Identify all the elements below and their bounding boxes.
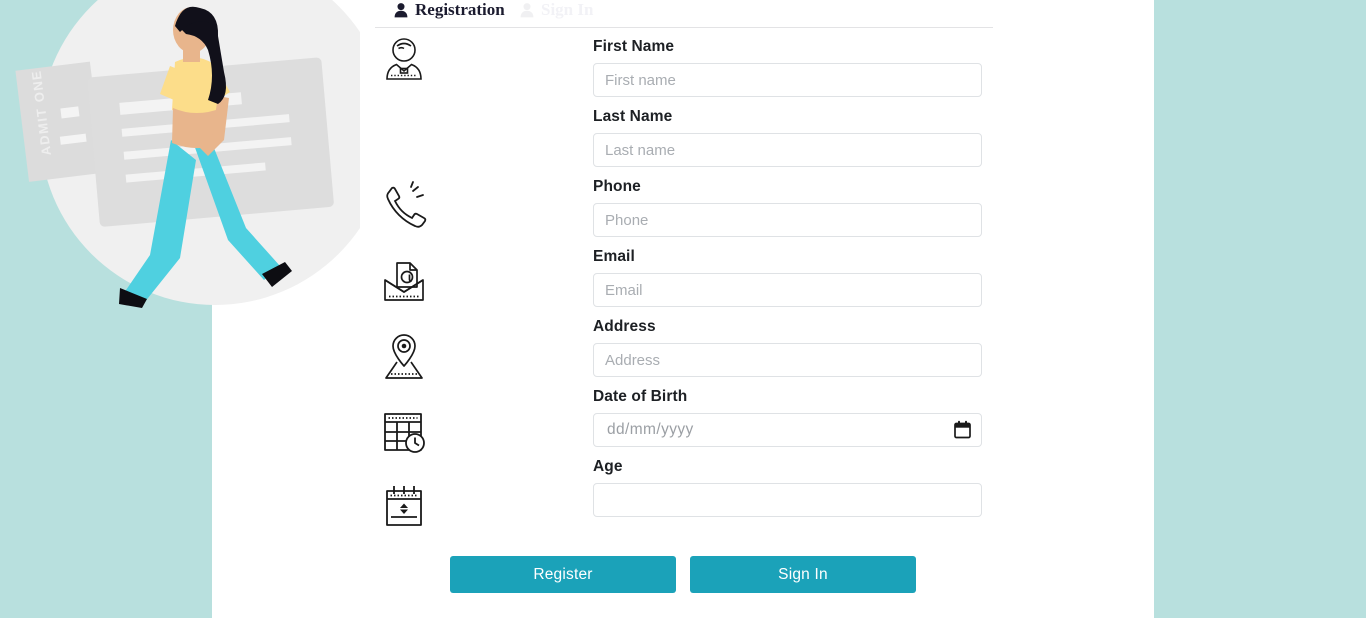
address-input[interactable] <box>593 343 982 377</box>
form-actions: Register Sign In <box>450 556 916 594</box>
first-name-input[interactable] <box>593 63 982 97</box>
field-email: Email <box>593 248 982 307</box>
field-phone: Phone <box>593 178 982 237</box>
svg-text:ADMIT ONE: ADMIT ONE <box>29 69 54 157</box>
last-name-label: Last Name <box>593 108 673 125</box>
email-input[interactable] <box>593 273 982 307</box>
tab-registration-label: Registration <box>415 0 505 19</box>
field-icon-rail <box>375 30 435 560</box>
tab-registration[interactable]: Registration <box>394 0 505 20</box>
tab-signin-label: Sign In <box>541 0 594 19</box>
person-icon <box>394 2 408 18</box>
registration-page: ADMIT ONE Registration Sign In First Nam… <box>0 0 1366 618</box>
calendar-picker-icon[interactable] <box>954 420 971 439</box>
phone-label: Phone <box>593 178 641 195</box>
tab-signin[interactable]: Sign In <box>520 0 593 20</box>
date-of-birth-input[interactable] <box>593 413 982 447</box>
calendar-clock-icon <box>375 404 433 460</box>
form-header: Registration Sign In <box>375 0 993 27</box>
field-address: Address <box>593 318 982 377</box>
field-last-name: Last Name <box>593 108 982 167</box>
email-envelope-icon <box>375 253 433 309</box>
field-first-name: First Name <box>593 38 982 97</box>
date-of-birth-wrapper: dd/mm/yyyy <box>593 413 982 447</box>
telephone-icon <box>375 178 433 234</box>
sign-in-button[interactable]: Sign In <box>690 556 916 593</box>
last-name-input[interactable] <box>593 133 982 167</box>
first-name-label: First Name <box>593 38 675 55</box>
date-of-birth-label: Date of Birth <box>593 388 688 405</box>
age-label: Age <box>593 458 623 475</box>
field-date-of-birth: Date of Birth dd/mm/yyyy <box>593 388 982 447</box>
age-input[interactable] <box>593 483 982 517</box>
map-location-pin-icon <box>375 329 433 385</box>
phone-input[interactable] <box>593 203 982 237</box>
email-label: Email <box>593 248 635 265</box>
register-button[interactable]: Register <box>450 556 676 593</box>
user-profile-icon <box>375 30 433 86</box>
registration-form: First Name Last Name Phone Email Address… <box>593 38 982 528</box>
calendar-stepper-icon <box>375 479 433 535</box>
field-age: Age <box>593 458 982 517</box>
header-divider <box>375 27 993 28</box>
person-icon <box>520 2 534 18</box>
address-label: Address <box>593 318 656 335</box>
